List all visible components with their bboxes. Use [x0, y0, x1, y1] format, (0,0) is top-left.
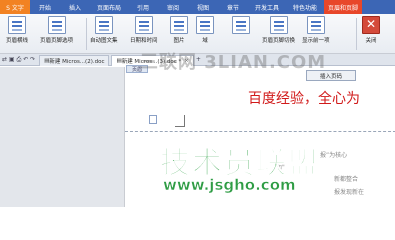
margin-corner-mark — [175, 115, 185, 127]
tab-home[interactable]: 开始 — [30, 0, 60, 14]
header-line-icon — [8, 16, 26, 34]
field-button[interactable]: 域 — [196, 16, 214, 44]
switch-icon — [269, 16, 288, 34]
tab-developer[interactable]: 开发工具 — [248, 0, 286, 14]
header-icon — [232, 16, 250, 34]
tab-page-layout[interactable]: 页面布局 — [90, 0, 128, 14]
tab-view[interactable]: 视图 — [188, 0, 218, 14]
tab-section[interactable]: 章节 — [218, 0, 248, 14]
tab-features[interactable]: 特色功能 — [286, 0, 324, 14]
options-icon — [47, 16, 66, 34]
body-text-line: 报发现新在 — [334, 189, 365, 196]
ribbon-divider — [356, 18, 357, 50]
tab-insert[interactable]: 插入 — [60, 0, 90, 14]
tab-references[interactable]: 引用 — [128, 0, 158, 14]
paragraph-icon — [149, 115, 157, 124]
previous-icon — [306, 16, 325, 34]
close-icon — [362, 16, 380, 34]
date-time-button[interactable]: 日期和时间 — [130, 16, 158, 44]
menu-bar: S 文字 开始 插入 页面布局 引用 审阅 视图 章节 开发工具 特色功能 页眉… — [0, 0, 395, 14]
tab-review[interactable]: 审阅 — [158, 0, 188, 14]
calendar-icon — [134, 16, 153, 34]
header-footer-switch-button[interactable]: 页眉页脚切换 — [262, 16, 295, 44]
watermark-url: www.jsgho.com — [163, 176, 296, 195]
picture-icon — [170, 16, 188, 34]
watermark-text: 三联网 3LIAN.COM — [140, 52, 327, 73]
autotext-icon — [94, 16, 113, 34]
show-previous-button[interactable]: 显示前一项 — [302, 16, 330, 44]
header-line-button[interactable]: 页眉横线 — [6, 16, 28, 44]
menu-tabs: 开始 插入 页面布局 引用 审阅 视图 章节 开发工具 特色功能 页眉和页脚 — [30, 0, 395, 14]
ribbon-divider — [86, 18, 87, 50]
body-text-line: 新都整合 — [334, 176, 359, 183]
field-icon — [196, 16, 214, 34]
close-header-button[interactable]: 关闭 — [362, 16, 380, 44]
ribbon-button-7[interactable] — [232, 16, 250, 36]
picture-button[interactable]: 图片 — [170, 16, 188, 44]
quick-access-icons[interactable]: ⇄ ▣ ⎙ ↶ ↷ — [0, 56, 37, 64]
body-text-line: 报”为核心 — [320, 152, 348, 159]
autotext-button[interactable]: 自动图文集 — [90, 16, 118, 44]
tab-header-footer[interactable]: 页眉和页脚 — [324, 0, 362, 14]
header-footer-options-button[interactable]: 页眉页脚选项 — [40, 16, 73, 44]
document-tab[interactable]: ▤ 新建 Micros...(2).doc — [39, 54, 110, 66]
app-menu-button[interactable]: S 文字 — [0, 0, 30, 14]
header-text[interactable]: 百度经验，全心为 — [248, 88, 360, 108]
